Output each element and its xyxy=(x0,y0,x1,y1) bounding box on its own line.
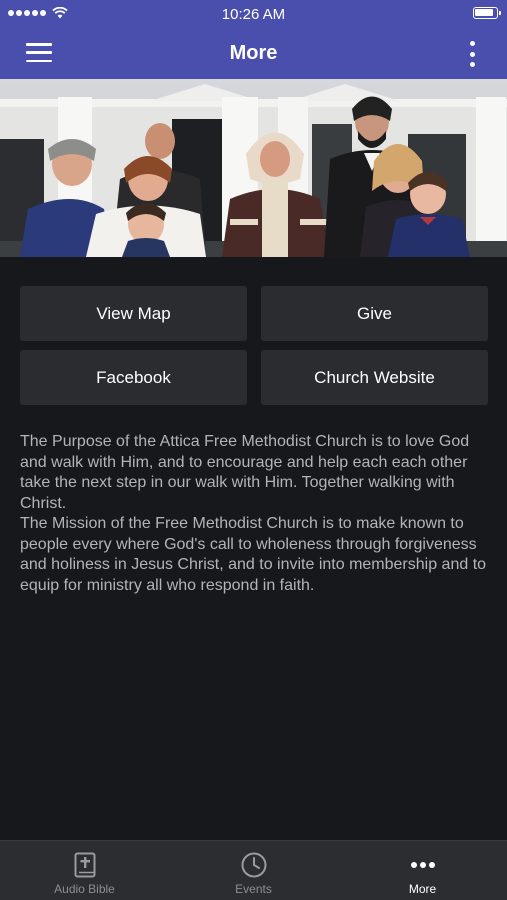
purpose-paragraph: The Purpose of the Attica Free Methodist… xyxy=(20,433,470,512)
battery-icon xyxy=(473,7,501,19)
status-time: 10:26 AM xyxy=(221,5,286,23)
view-map-button[interactable]: View Map xyxy=(20,286,247,341)
mission-paragraph: The Mission of the Free Methodist Church… xyxy=(20,515,487,594)
tab-audio-bible[interactable]: Audio Bible xyxy=(0,841,169,900)
tab-label-audio-bible: Audio Bible xyxy=(54,882,115,896)
wifi-icon xyxy=(52,7,68,19)
status-left xyxy=(8,7,68,19)
nav-bar: More xyxy=(0,28,507,79)
bible-icon xyxy=(74,852,95,878)
signal-strength-icon xyxy=(8,10,46,16)
overflow-menu-icon[interactable] xyxy=(469,41,475,67)
tab-label-events: Events xyxy=(235,882,272,896)
tab-bar: Audio Bible Events More xyxy=(0,840,507,900)
tab-events[interactable]: Events xyxy=(169,841,338,900)
hamburger-menu-icon[interactable] xyxy=(26,43,52,62)
give-button[interactable]: Give xyxy=(261,286,488,341)
status-bar: 10:26 AM xyxy=(0,0,507,28)
tab-label-more: More xyxy=(408,882,437,896)
church-description: The Purpose of the Attica Free Methodist… xyxy=(20,432,488,596)
page-title: More xyxy=(229,42,278,64)
church-website-button[interactable]: Church Website xyxy=(261,350,488,405)
clock-icon xyxy=(241,852,266,878)
more-dots-icon xyxy=(410,862,435,868)
tab-more[interactable]: More xyxy=(338,841,507,900)
hero-photo xyxy=(0,79,507,257)
facebook-button[interactable]: Facebook xyxy=(20,350,247,405)
